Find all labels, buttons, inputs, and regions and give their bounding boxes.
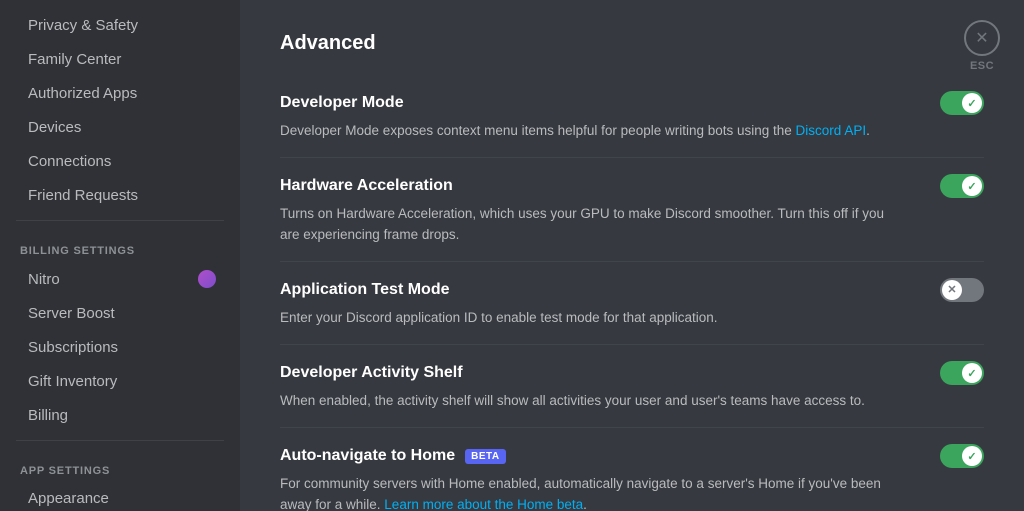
sidebar-item-gift-inventory[interactable]: Gift Inventory xyxy=(8,365,232,398)
setting-desc-developer-mode: Developer Mode exposes context menu item… xyxy=(280,121,900,141)
sidebar-item-label: Authorized Apps xyxy=(28,85,137,102)
setting-title-developer-mode: Developer Mode xyxy=(280,94,404,112)
sidebar-item-subscriptions[interactable]: Subscriptions xyxy=(8,331,232,364)
setting-title-hardware-acceleration: Hardware Acceleration xyxy=(280,177,453,195)
divider-2 xyxy=(16,440,224,441)
setting-hardware-acceleration: Hardware Acceleration ✓ Turns on Hardwar… xyxy=(280,158,984,262)
setting-desc-hardware-acceleration: Turns on Hardware Acceleration, which us… xyxy=(280,204,900,245)
auto-navigate-home-toggle[interactable]: ✓ xyxy=(940,444,984,468)
sidebar-item-connections[interactable]: Connections xyxy=(8,145,232,178)
sidebar-item-billing[interactable]: Billing xyxy=(8,399,232,432)
setting-developer-activity-shelf: Developer Activity Shelf ✓ When enabled,… xyxy=(280,345,984,428)
esc-button[interactable]: ✕ ESC xyxy=(964,20,1000,72)
sidebar-item-label: Billing xyxy=(28,407,68,424)
setting-title-auto-navigate-home: Auto-navigate to Home xyxy=(280,447,455,465)
toggle-knob: ✓ xyxy=(962,363,982,383)
toggle-knob: ✓ xyxy=(962,93,982,113)
sidebar-item-nitro[interactable]: Nitro xyxy=(8,262,232,296)
settings-sidebar: Privacy & Safety Family Center Authorize… xyxy=(0,0,240,511)
home-beta-link[interactable]: Learn more about the Home beta xyxy=(384,497,583,511)
nitro-badge-icon xyxy=(198,270,216,288)
setting-application-test-mode: Application Test Mode ✕ Enter your Disco… xyxy=(280,262,984,345)
sidebar-item-family-center[interactable]: Family Center xyxy=(8,43,232,76)
sidebar-item-label: Subscriptions xyxy=(28,339,118,356)
sidebar-item-label: Friend Requests xyxy=(28,187,138,204)
hardware-acceleration-toggle[interactable]: ✓ xyxy=(940,174,984,198)
main-content: ✕ ESC Advanced Developer Mode ✓ Develope… xyxy=(240,0,1024,511)
sidebar-item-authorized-apps[interactable]: Authorized Apps xyxy=(8,77,232,110)
setting-desc-auto-navigate-home: For community servers with Home enabled,… xyxy=(280,474,900,511)
sidebar-item-privacy-safety[interactable]: Privacy & Safety xyxy=(8,9,232,42)
toggle-knob: ✓ xyxy=(962,176,982,196)
sidebar-item-appearance[interactable]: Appearance xyxy=(8,482,232,511)
discord-api-link[interactable]: Discord API xyxy=(796,123,867,138)
sidebar-item-label: Family Center xyxy=(28,51,121,68)
setting-desc-developer-activity-shelf: When enabled, the activity shelf will sh… xyxy=(280,391,900,411)
sidebar-item-label: Gift Inventory xyxy=(28,373,117,390)
sidebar-item-devices[interactable]: Devices xyxy=(8,111,232,144)
developer-activity-shelf-toggle[interactable]: ✓ xyxy=(940,361,984,385)
setting-title-application-test-mode: Application Test Mode xyxy=(280,281,449,299)
sidebar-item-server-boost[interactable]: Server Boost xyxy=(8,297,232,330)
divider xyxy=(16,220,224,221)
beta-badge: BETA xyxy=(465,449,505,464)
close-icon: ✕ xyxy=(964,20,1000,56)
setting-auto-navigate-home: Auto-navigate to Home BETA ✓ For communi… xyxy=(280,428,984,511)
toggle-knob: ✕ xyxy=(942,280,962,300)
developer-mode-toggle[interactable]: ✓ xyxy=(940,91,984,115)
setting-developer-mode: Developer Mode ✓ Developer Mode exposes … xyxy=(280,75,984,158)
sidebar-item-label: Nitro xyxy=(28,271,60,288)
app-section-header: APP SETTINGS xyxy=(0,449,240,481)
application-test-mode-toggle[interactable]: ✕ xyxy=(940,278,984,302)
sidebar-item-label: Devices xyxy=(28,119,81,136)
sidebar-item-label: Connections xyxy=(28,153,111,170)
sidebar-item-label: Server Boost xyxy=(28,305,115,322)
setting-title-developer-activity-shelf: Developer Activity Shelf xyxy=(280,364,463,382)
sidebar-item-label: Privacy & Safety xyxy=(28,17,138,34)
toggle-knob: ✓ xyxy=(962,446,982,466)
sidebar-item-label: Appearance xyxy=(28,490,109,507)
page-title: Advanced xyxy=(280,32,984,55)
sidebar-item-friend-requests[interactable]: Friend Requests xyxy=(8,179,232,212)
setting-desc-application-test-mode: Enter your Discord application ID to ena… xyxy=(280,308,900,328)
billing-section-header: BILLING SETTINGS xyxy=(0,229,240,261)
esc-label: ESC xyxy=(970,60,994,72)
